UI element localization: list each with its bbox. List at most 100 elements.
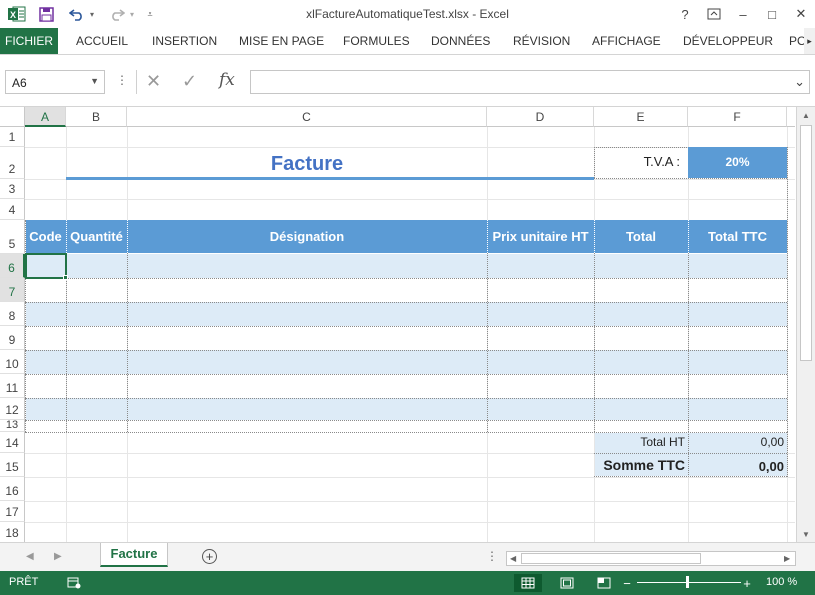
table-border [25, 350, 787, 351]
normal-view-icon[interactable] [514, 574, 542, 592]
fill-handle[interactable] [63, 275, 68, 280]
column-header-g[interactable] [787, 107, 795, 127]
row-header-12[interactable]: 12 [0, 398, 25, 420]
column-header-e[interactable]: E [594, 107, 688, 127]
tva-value[interactable]: 20% [688, 147, 787, 178]
gridline [25, 477, 795, 478]
tab-accueil[interactable]: ACCUEIL [76, 28, 128, 54]
horizontal-scroll-thumb[interactable] [521, 553, 701, 564]
page-break-preview-icon[interactable] [590, 574, 618, 592]
scroll-tabs-right-icon[interactable]: ▸ [804, 28, 815, 54]
table-row[interactable] [26, 350, 787, 374]
tva-border [594, 178, 787, 179]
column-header-a[interactable]: A [25, 107, 66, 127]
table-row[interactable] [26, 398, 787, 420]
next-sheet-icon[interactable]: ▶ [54, 551, 62, 562]
tab-donnees[interactable]: DONNÉES [431, 28, 490, 54]
close-button[interactable]: ✕ [788, 4, 814, 24]
active-cell-a6[interactable] [25, 253, 67, 279]
previous-sheet-icon[interactable]: ◀ [26, 551, 34, 562]
tab-split-grip-icon[interactable]: ⋮ [486, 549, 498, 563]
table-row[interactable] [26, 302, 787, 326]
row-header-10[interactable]: 10 [0, 350, 25, 374]
select-all-corner[interactable] [0, 107, 25, 127]
header-prix-unitaire[interactable]: Prix unitaire HT [487, 220, 594, 253]
header-separator [127, 220, 128, 253]
row-header-8[interactable]: 8 [0, 302, 25, 326]
zoom-slider[interactable] [637, 582, 741, 583]
gridline [25, 199, 795, 200]
name-box-dropdown-icon[interactable]: ▼ [90, 76, 99, 86]
column-header-c[interactable]: C [127, 107, 487, 127]
table-border [25, 278, 787, 279]
header-designation[interactable]: Désignation [127, 220, 487, 253]
header-quantite[interactable]: Quantité [66, 220, 127, 253]
minimize-button[interactable]: – [730, 4, 756, 24]
scroll-left-icon[interactable]: ◀ [510, 554, 516, 563]
name-box[interactable]: A6 ▼ [5, 70, 105, 94]
row-header-17[interactable]: 17 [0, 501, 25, 522]
row-header-11[interactable]: 11 [0, 374, 25, 398]
row-header-2[interactable]: 2 [0, 147, 25, 179]
restore-button[interactable]: □ [759, 4, 785, 24]
zoom-out-icon[interactable]: − [620, 574, 634, 592]
header-total[interactable]: Total [594, 220, 688, 253]
totals-border [594, 453, 787, 454]
tab-mise-en-page[interactable]: MISE EN PAGE [239, 28, 324, 54]
help-button[interactable]: ? [672, 4, 698, 24]
enter-icon[interactable]: ✓ [182, 71, 197, 92]
scroll-up-icon[interactable]: ▲ [802, 111, 810, 120]
sheet-tab-facture[interactable]: Facture [100, 543, 168, 567]
expand-formula-bar-icon[interactable]: ⌄ [794, 74, 805, 90]
zoom-level[interactable]: 100 % [766, 576, 797, 588]
tab-affichage[interactable]: AFFICHAGE [592, 28, 661, 54]
totals-border [787, 432, 788, 477]
formula-input[interactable]: ⌄ [250, 70, 810, 94]
horizontal-scrollbar[interactable]: ◀ ▶ [506, 551, 796, 566]
header-code[interactable]: Code [25, 220, 66, 253]
somme-ttc-value[interactable]: 0,00 [688, 459, 787, 474]
header-separator [688, 220, 689, 253]
zoom-in-icon[interactable]: + [740, 574, 754, 592]
row-header-6[interactable]: 6 [0, 254, 25, 278]
scroll-down-icon[interactable]: ▼ [802, 530, 810, 539]
column-header-d[interactable]: D [487, 107, 594, 127]
header-separator [66, 220, 67, 253]
worksheet-grid[interactable]: A B C D E F 1 2 3 4 5 6 7 8 9 10 11 12 1… [0, 107, 795, 542]
vertical-scrollbar[interactable]: ▲ ▼ [796, 107, 815, 542]
row-header-15[interactable]: 15 [0, 453, 25, 477]
formula-bar-grip-icon[interactable]: ⋮ [116, 73, 128, 87]
row-header-3[interactable]: 3 [0, 179, 25, 199]
new-sheet-button[interactable]: + [202, 549, 217, 564]
zoom-slider-thumb[interactable] [686, 576, 689, 588]
tab-po[interactable]: PO [789, 28, 805, 54]
scroll-right-icon[interactable]: ▶ [784, 554, 790, 563]
tab-formules[interactable]: FORMULES [343, 28, 410, 54]
gridline [25, 522, 795, 523]
row-header-7[interactable]: 7 [0, 278, 25, 302]
tab-fichier[interactable]: FICHIER [0, 28, 58, 54]
row-header-1[interactable]: 1 [0, 127, 25, 147]
column-header-f[interactable]: F [688, 107, 787, 127]
header-total-ttc[interactable]: Total TTC [688, 220, 787, 253]
ribbon-display-options-icon[interactable] [701, 4, 727, 24]
row-header-18[interactable]: 18 [0, 522, 25, 542]
table-row[interactable] [26, 254, 787, 278]
page-layout-view-icon[interactable] [553, 574, 581, 592]
column-header-b[interactable]: B [66, 107, 127, 127]
row-header-4[interactable]: 4 [0, 199, 25, 220]
row-header-14[interactable]: 14 [0, 432, 25, 453]
title-bar: X ▾ ▾ ⩡ xlFactureAutomatiqueTest.xlsx - … [0, 0, 815, 28]
insert-function-icon[interactable]: fx [219, 70, 235, 90]
tab-insertion[interactable]: INSERTION [152, 28, 217, 54]
tab-revision[interactable]: RÉVISION [513, 28, 570, 54]
row-header-13[interactable]: 13 [0, 419, 25, 432]
tab-developpeur[interactable]: DÉVELOPPEUR [683, 28, 773, 54]
row-header-16[interactable]: 16 [0, 477, 25, 501]
macro-recording-icon[interactable] [60, 574, 88, 592]
cancel-icon[interactable]: ✕ [146, 71, 161, 92]
row-header-9[interactable]: 9 [0, 326, 25, 350]
row-header-5[interactable]: 5 [0, 220, 25, 254]
vertical-scroll-thumb[interactable] [800, 125, 812, 361]
total-ht-value[interactable]: 0,00 [688, 435, 787, 449]
